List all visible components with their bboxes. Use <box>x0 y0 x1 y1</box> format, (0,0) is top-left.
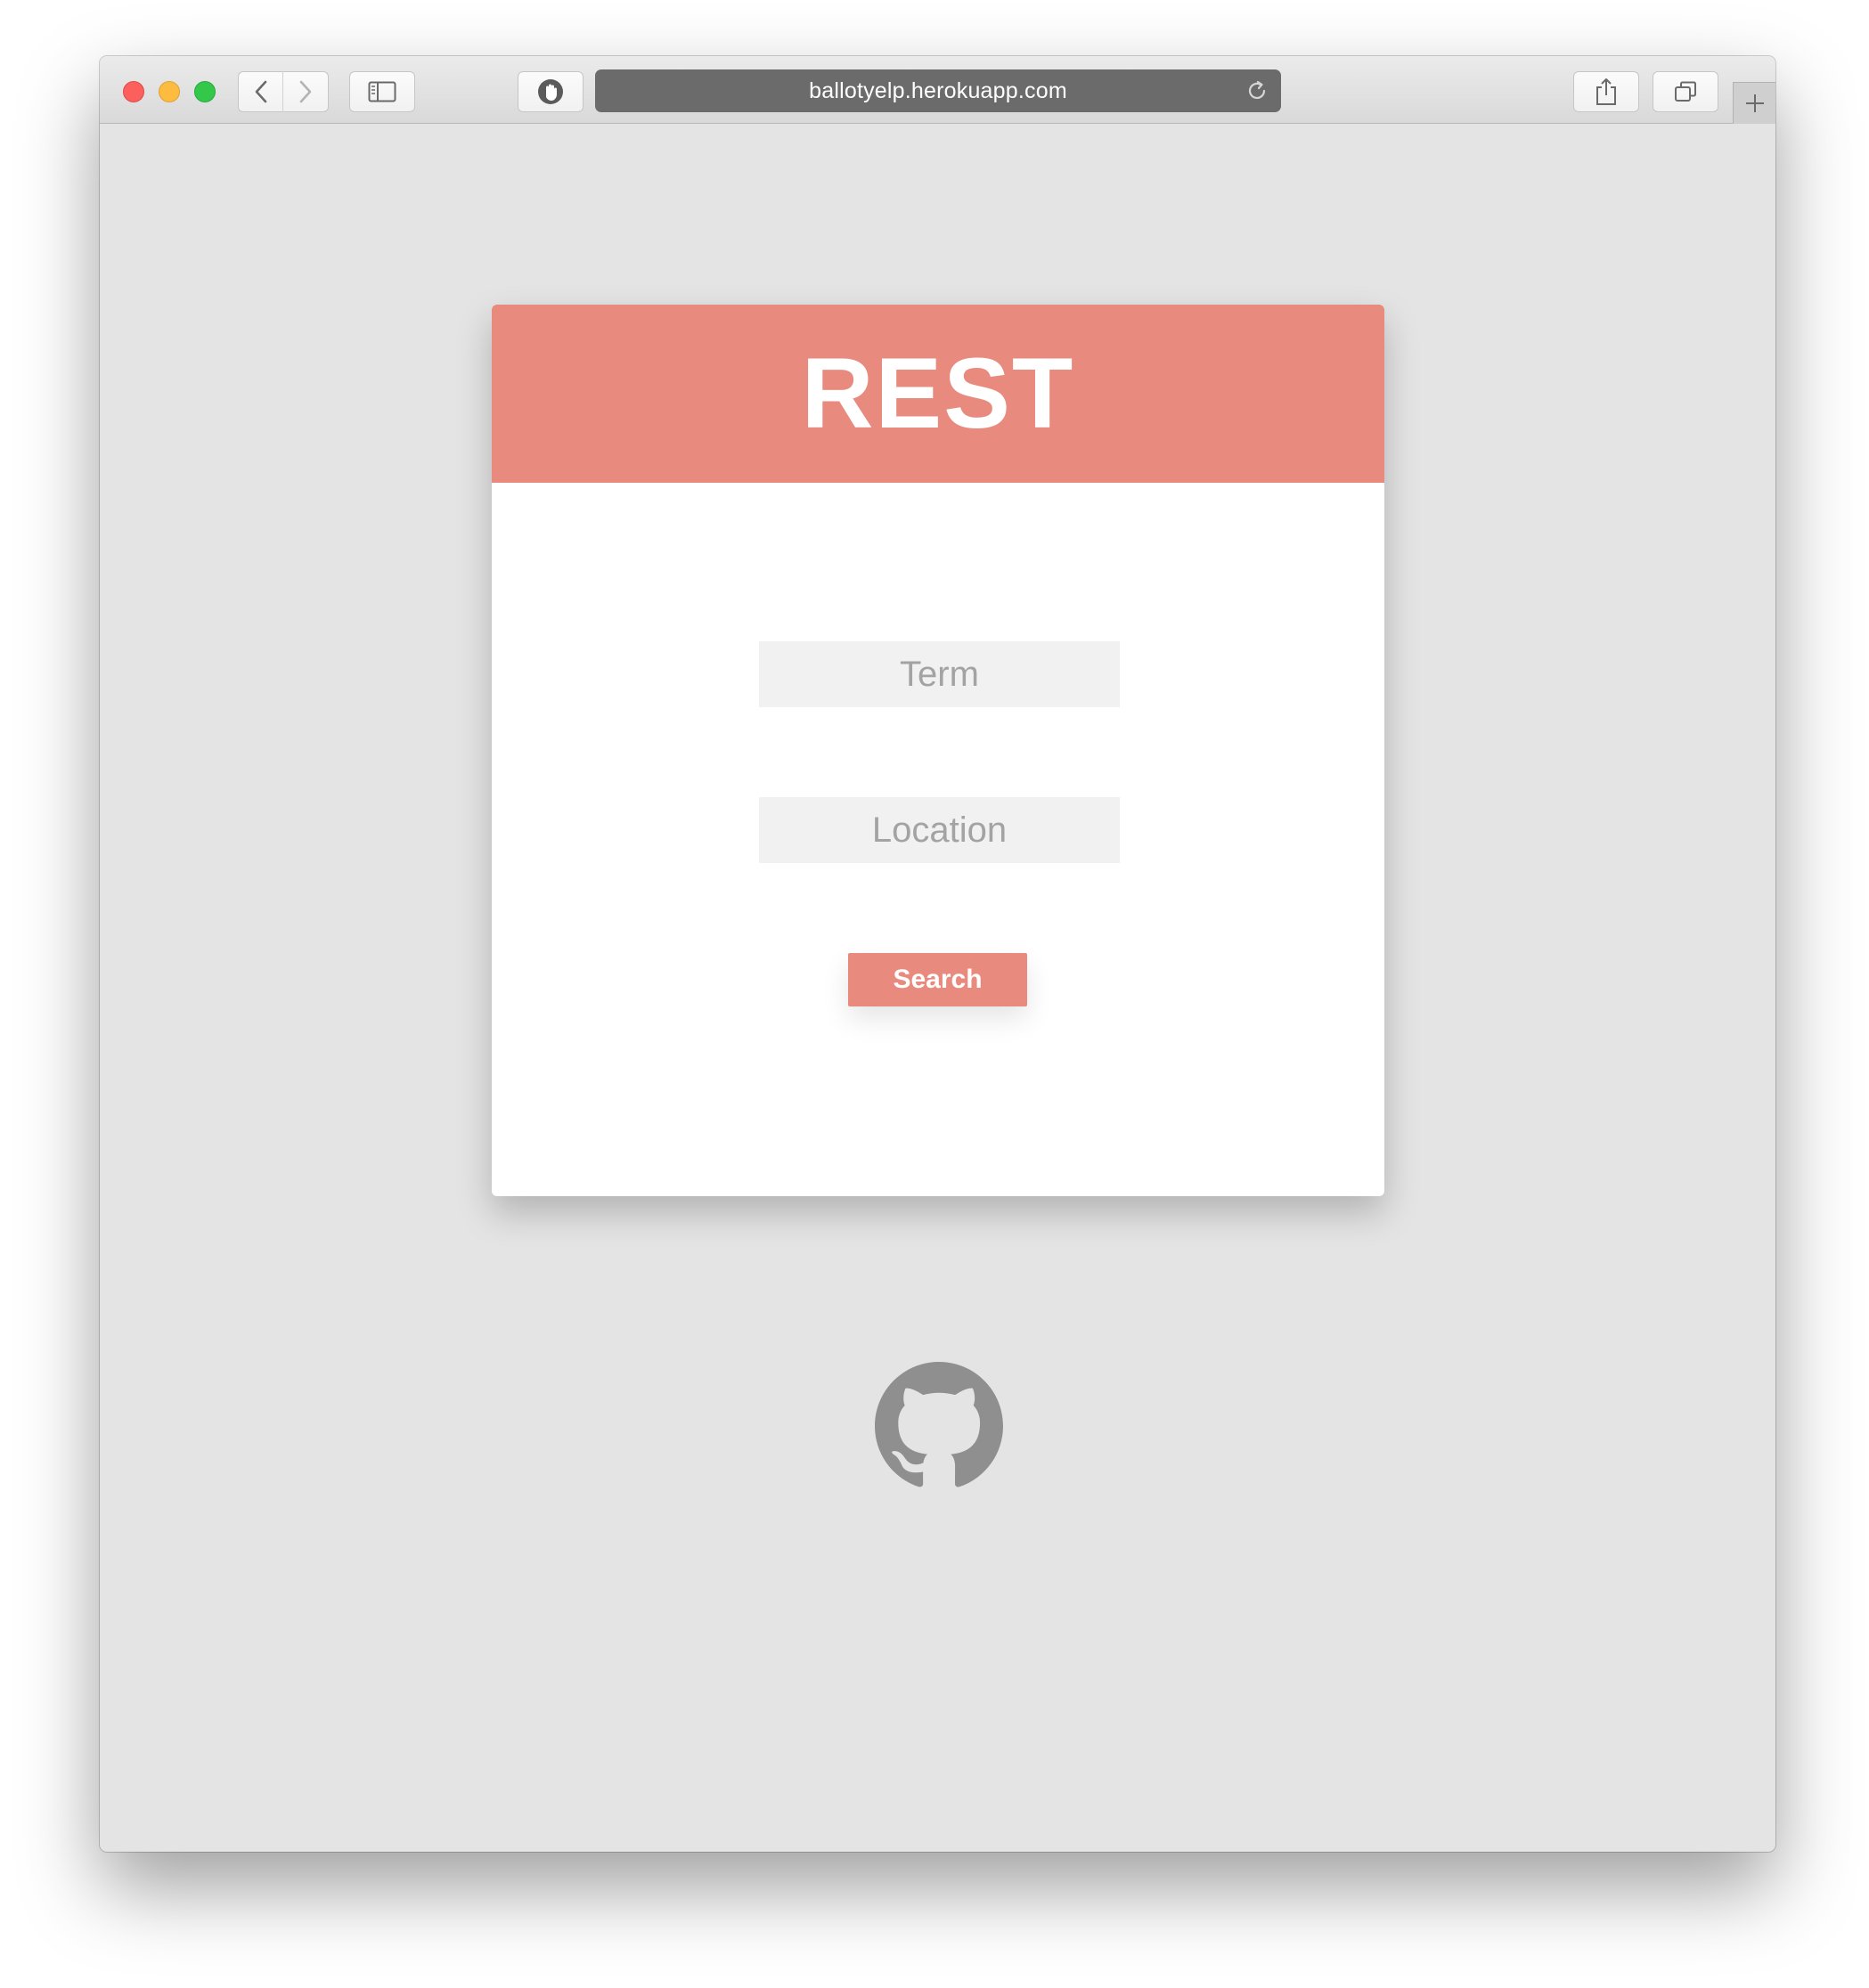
browser-toolbar: ballotyelp.herokuapp.com <box>100 56 1775 124</box>
share-button[interactable] <box>1573 71 1639 112</box>
plus-icon <box>1745 94 1764 112</box>
reload-icon <box>1248 80 1266 99</box>
github-link[interactable] <box>875 1362 1003 1490</box>
address-bar[interactable]: ballotyelp.herokuapp.com <box>595 69 1281 112</box>
term-input[interactable] <box>759 641 1120 707</box>
sidebar-icon <box>368 81 396 102</box>
chevron-left-icon <box>255 80 266 103</box>
chevron-right-icon <box>299 80 312 103</box>
github-icon <box>875 1362 1003 1487</box>
close-window-button[interactable] <box>123 81 144 102</box>
tab-overview-button[interactable] <box>1653 71 1718 112</box>
back-button[interactable] <box>238 71 283 112</box>
privacy-report-button[interactable] <box>518 71 584 112</box>
address-url: ballotyelp.herokuapp.com <box>809 77 1067 103</box>
card-header: REST <box>492 305 1384 483</box>
zoom-window-button[interactable] <box>194 81 216 102</box>
app-title: REST <box>801 338 1075 449</box>
search-card: REST Search <box>492 305 1384 1196</box>
sidebar-button[interactable] <box>349 71 415 112</box>
forward-button[interactable] <box>283 71 329 112</box>
new-tab-button[interactable] <box>1733 82 1775 124</box>
history-navigation <box>238 71 330 112</box>
location-input[interactable] <box>759 797 1120 863</box>
tabs-overview-icon <box>1675 81 1696 102</box>
page-content: REST Search <box>100 125 1775 1852</box>
browser-window: ballotyelp.herokuapp.com REST Term Locat… <box>100 56 1775 1852</box>
minimize-window-button[interactable] <box>159 81 180 102</box>
share-icon <box>1596 78 1616 105</box>
search-button[interactable]: Search <box>848 953 1027 1006</box>
reload-button[interactable] <box>1245 79 1269 107</box>
shield-hand-icon <box>538 79 563 104</box>
